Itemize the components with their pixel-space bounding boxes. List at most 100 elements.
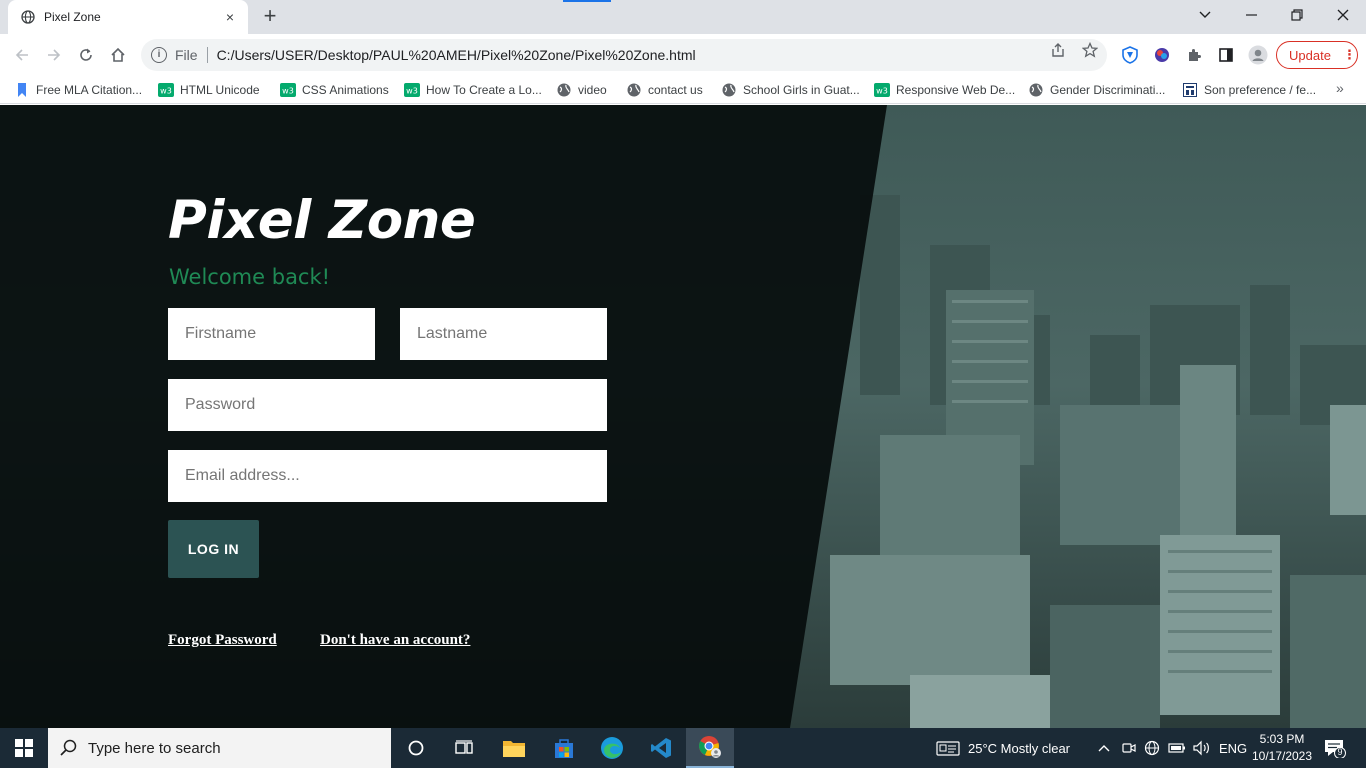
home-button[interactable]	[104, 41, 132, 69]
browser-toolbar: i File C:/Users/USER/Desktop/PAUL%20AMEH…	[0, 34, 1366, 76]
sidepanel-icon[interactable]	[1216, 45, 1236, 65]
weather-widget[interactable]: 25°C Mostly clear	[936, 728, 1070, 768]
taskbar-clock[interactable]: 5:03 PM 10/17/2023	[1248, 731, 1316, 765]
bookmark-item[interactable]: Free MLA Citation...	[14, 82, 142, 98]
file-explorer-button[interactable]	[490, 728, 538, 768]
bookmark-item[interactable]: w3 HTML Unicode	[158, 82, 260, 98]
globe-icon	[626, 82, 642, 98]
chrome-button[interactable]	[686, 728, 734, 768]
tab-search-button[interactable]	[1182, 0, 1228, 30]
bookmark-item[interactable]: w3 Responsive Web De...	[874, 82, 1015, 98]
reload-button[interactable]	[72, 41, 100, 69]
email-input[interactable]	[168, 450, 607, 502]
language-indicator[interactable]: ENG	[1219, 728, 1247, 768]
battery-icon[interactable]	[1168, 728, 1186, 768]
svg-text:w3: w3	[282, 87, 294, 96]
bookmark-label: Responsive Web De...	[896, 83, 1016, 97]
weather-text: 25°C Mostly clear	[968, 740, 1071, 756]
edge-button[interactable]	[588, 728, 636, 768]
weather-icon	[936, 741, 960, 756]
globe-icon	[556, 82, 572, 98]
task-view-icon	[455, 740, 473, 754]
bookmark-label: video	[578, 83, 607, 97]
globe-icon	[1028, 82, 1044, 98]
store-button[interactable]	[540, 728, 588, 768]
bookmark-label: contact us	[648, 83, 703, 97]
close-icon	[1337, 9, 1349, 21]
arrow-left-icon	[15, 49, 28, 61]
update-button[interactable]: Update ⋮	[1276, 41, 1358, 69]
close-window-button[interactable]	[1320, 0, 1366, 30]
chrome-icon	[699, 736, 721, 758]
tab-title: Pixel Zone	[44, 10, 101, 24]
notification-count: 9	[1337, 747, 1343, 757]
info-icon[interactable]: i	[151, 47, 167, 63]
vscode-button[interactable]	[637, 728, 685, 768]
brand-title: Pixel Zone	[168, 190, 476, 251]
task-view-button[interactable]	[440, 728, 488, 768]
update-label: Update	[1289, 47, 1331, 63]
bookmark-item[interactable]: w3 How To Create a Lo...	[404, 82, 542, 98]
volume-icon[interactable]	[1192, 728, 1210, 768]
svg-text:w3: w3	[160, 87, 172, 96]
w3-icon: w3	[280, 82, 296, 98]
edge-icon	[601, 737, 623, 759]
circle-icon	[408, 740, 424, 756]
profile-avatar-icon[interactable]	[1248, 45, 1268, 65]
more-options-icon: ⋮	[1342, 47, 1356, 62]
page-viewport: Pixel Zone Welcome back! LOG IN Forgot P…	[0, 105, 1366, 728]
bookmark-item[interactable]: contact us	[626, 82, 703, 98]
bookmark-label: HTML Unicode	[180, 83, 260, 97]
restore-button[interactable]	[1274, 0, 1320, 30]
cortana-button[interactable]	[392, 728, 440, 768]
browser-tab-active[interactable]: Pixel Zone ×	[8, 0, 248, 34]
restore-icon	[1291, 9, 1303, 21]
arrow-right-icon	[48, 49, 61, 61]
login-button[interactable]: LOG IN	[168, 520, 259, 578]
bookmarks-overflow-icon[interactable]: »	[1336, 80, 1344, 96]
bookmark-item[interactable]: Gender Discriminati...	[1028, 82, 1165, 98]
address-url[interactable]: C:/Users/USER/Desktop/PAUL%20AMEH/Pixel%…	[217, 47, 696, 63]
bookmark-icon	[14, 82, 30, 98]
minimize-button[interactable]	[1228, 0, 1274, 30]
lastname-input[interactable]	[400, 308, 607, 360]
start-button[interactable]	[0, 728, 48, 768]
bookmark-item[interactable]: Son preference / fe...	[1182, 82, 1316, 98]
bookmark-label: CSS Animations	[302, 83, 389, 97]
bookmark-label: School Girls in Guat...	[743, 83, 860, 97]
w3-icon: w3	[874, 82, 890, 98]
star-icon[interactable]	[1081, 41, 1099, 58]
bookmark-item[interactable]: School Girls in Guat...	[721, 82, 860, 98]
network-globe-icon[interactable]	[1144, 728, 1160, 768]
bookmark-label: Gender Discriminati...	[1050, 83, 1166, 97]
vpn-shield-icon[interactable]	[1120, 45, 1140, 65]
bookmark-label: How To Create a Lo...	[426, 83, 542, 97]
bookmark-item[interactable]: w3 CSS Animations	[280, 82, 389, 98]
forgot-password-link[interactable]: Forgot Password	[168, 632, 277, 649]
svg-text:w3: w3	[876, 87, 888, 96]
signup-link[interactable]: Don't have an account?	[320, 632, 470, 649]
meet-now-icon[interactable]	[1122, 728, 1136, 768]
puzzle-icon[interactable]	[1184, 45, 1204, 65]
welcome-text: Welcome back!	[169, 265, 331, 289]
bookmark-label: Free MLA Citation...	[36, 83, 143, 97]
vscode-icon	[651, 738, 671, 758]
bookmarks-bar: Free MLA Citation... w3 HTML Unicode w3 …	[0, 76, 1366, 104]
forward-button[interactable]	[40, 41, 68, 69]
color-extension-icon[interactable]	[1152, 45, 1172, 65]
doc-icon	[1182, 82, 1198, 98]
taskbar-search[interactable]: Type here to search	[48, 728, 391, 768]
address-bar[interactable]: i File C:/Users/USER/Desktop/PAUL%20AMEH…	[141, 39, 1107, 71]
new-tab-button[interactable]: +	[258, 4, 282, 28]
address-scheme: File	[175, 47, 198, 63]
show-hidden-icons-button[interactable]	[1098, 728, 1110, 768]
store-icon	[555, 739, 573, 758]
tab-close-icon[interactable]: ×	[222, 9, 238, 25]
firstname-input[interactable]	[168, 308, 375, 360]
bookmark-item[interactable]: video	[556, 82, 607, 98]
password-input[interactable]	[168, 379, 607, 431]
back-button[interactable]	[8, 41, 36, 69]
notification-center-button[interactable]: 9	[1324, 728, 1346, 768]
w3-icon: w3	[158, 82, 174, 98]
share-icon[interactable]	[1050, 42, 1066, 58]
